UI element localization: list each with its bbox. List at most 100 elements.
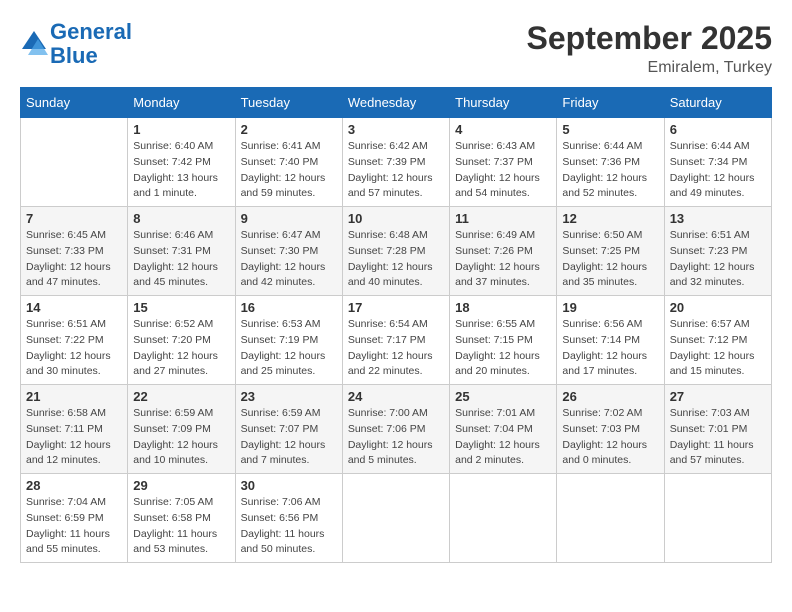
calendar-cell: 15 Sunrise: 6:52 AM Sunset: 7:20 PM Dayli… xyxy=(128,296,235,385)
calendar-cell: 29Sunrise: 7:05 AM Sunset: 6:58 PM Dayli… xyxy=(128,474,235,563)
day-number: 2 xyxy=(241,122,337,137)
day-number: 10 xyxy=(348,211,444,226)
calendar-cell: 21 Sunrise: 6:58 AM Sunset: 7:11 PM Dayli… xyxy=(21,385,128,474)
weekday-header: Saturday xyxy=(664,88,771,118)
calendar-cell: 8Sunrise: 6:46 AM Sunset: 7:31 PM Daylig… xyxy=(128,207,235,296)
day-number: 18 xyxy=(455,300,551,315)
day-number: 15 xyxy=(133,300,229,315)
day-number: 3 xyxy=(348,122,444,137)
logo: General Blue xyxy=(20,20,132,68)
calendar-cell: 2 Sunrise: 6:41 AM Sunset: 7:40 PM Daylig… xyxy=(235,118,342,207)
day-info: Sunrise: 6:57 AM Sunset: 7:12 PM Dayligh… xyxy=(670,317,766,380)
calendar-week-row: 21 Sunrise: 6:58 AM Sunset: 7:11 PM Dayli… xyxy=(21,385,772,474)
day-info: Sunrise: 6:44 AM Sunset: 7:36 PM Dayligh… xyxy=(562,139,658,202)
day-info: Sunrise: 6:55 AM Sunset: 7:15 PM Dayligh… xyxy=(455,317,551,380)
day-number: 22 xyxy=(133,389,229,404)
day-info: Sunrise: 7:02 AM Sunset: 7:03 PM Dayligh… xyxy=(562,406,658,469)
day-number: 9 xyxy=(241,211,337,226)
calendar-cell: 26 Sunrise: 7:02 AM Sunset: 7:03 PM Dayli… xyxy=(557,385,664,474)
day-number: 26 xyxy=(562,389,658,404)
calendar-cell: 17 Sunrise: 6:54 AM Sunset: 7:17 PM Dayli… xyxy=(342,296,449,385)
logo-icon xyxy=(20,29,48,57)
calendar-cell: 10Sunrise: 6:48 AM Sunset: 7:28 PM Dayli… xyxy=(342,207,449,296)
day-info: Sunrise: 6:59 AM Sunset: 7:07 PM Dayligh… xyxy=(241,406,337,469)
day-info: Sunrise: 6:46 AM Sunset: 7:31 PM Dayligh… xyxy=(133,228,229,291)
calendar-cell xyxy=(664,474,771,563)
day-number: 4 xyxy=(455,122,551,137)
day-info: Sunrise: 6:51 AM Sunset: 7:22 PM Dayligh… xyxy=(26,317,122,380)
day-info: Sunrise: 6:40 AM Sunset: 7:42 PM Dayligh… xyxy=(133,139,229,202)
day-info: Sunrise: 6:58 AM Sunset: 7:11 PM Dayligh… xyxy=(26,406,122,469)
weekday-header: Friday xyxy=(557,88,664,118)
weekday-header: Monday xyxy=(128,88,235,118)
day-number: 30 xyxy=(241,478,337,493)
day-number: 27 xyxy=(670,389,766,404)
calendar-cell xyxy=(21,118,128,207)
day-number: 20 xyxy=(670,300,766,315)
calendar-cell: 1Sunrise: 6:40 AM Sunset: 7:42 PM Daylig… xyxy=(128,118,235,207)
day-info: Sunrise: 6:52 AM Sunset: 7:20 PM Dayligh… xyxy=(133,317,229,380)
day-info: Sunrise: 7:06 AM Sunset: 6:56 PM Dayligh… xyxy=(241,495,337,558)
header-row: SundayMondayTuesdayWednesdayThursdayFrid… xyxy=(21,88,772,118)
day-number: 7 xyxy=(26,211,122,226)
calendar-cell: 5Sunrise: 6:44 AM Sunset: 7:36 PM Daylig… xyxy=(557,118,664,207)
day-info: Sunrise: 7:00 AM Sunset: 7:06 PM Dayligh… xyxy=(348,406,444,469)
weekday-header: Wednesday xyxy=(342,88,449,118)
day-info: Sunrise: 6:45 AM Sunset: 7:33 PM Dayligh… xyxy=(26,228,122,291)
day-number: 14 xyxy=(26,300,122,315)
calendar-cell: 4 Sunrise: 6:43 AM Sunset: 7:37 PM Daylig… xyxy=(450,118,557,207)
calendar-cell: 7 Sunrise: 6:45 AM Sunset: 7:33 PM Daylig… xyxy=(21,207,128,296)
calendar-table: SundayMondayTuesdayWednesdayThursdayFrid… xyxy=(20,87,772,563)
calendar-cell xyxy=(342,474,449,563)
calendar-cell: 18 Sunrise: 6:55 AM Sunset: 7:15 PM Dayli… xyxy=(450,296,557,385)
calendar-cell: 16 Sunrise: 6:53 AM Sunset: 7:19 PM Dayli… xyxy=(235,296,342,385)
day-number: 13 xyxy=(670,211,766,226)
calendar-cell: 9 Sunrise: 6:47 AM Sunset: 7:30 PM Daylig… xyxy=(235,207,342,296)
calendar-cell: 20 Sunrise: 6:57 AM Sunset: 7:12 PM Dayli… xyxy=(664,296,771,385)
day-info: Sunrise: 6:43 AM Sunset: 7:37 PM Dayligh… xyxy=(455,139,551,202)
day-number: 12 xyxy=(562,211,658,226)
day-number: 25 xyxy=(455,389,551,404)
day-info: Sunrise: 6:42 AM Sunset: 7:39 PM Dayligh… xyxy=(348,139,444,202)
calendar-cell: 3 Sunrise: 6:42 AM Sunset: 7:39 PM Daylig… xyxy=(342,118,449,207)
day-info: Sunrise: 6:51 AM Sunset: 7:23 PM Dayligh… xyxy=(670,228,766,291)
day-info: Sunrise: 7:03 AM Sunset: 7:01 PM Dayligh… xyxy=(670,406,766,469)
page-header: General Blue September 2025 Emiralem, Tu… xyxy=(20,20,772,77)
calendar-cell xyxy=(450,474,557,563)
calendar-cell: 27 Sunrise: 7:03 AM Sunset: 7:01 PM Dayli… xyxy=(664,385,771,474)
calendar-week-row: 28Sunrise: 7:04 AM Sunset: 6:59 PM Dayli… xyxy=(21,474,772,563)
day-info: Sunrise: 6:47 AM Sunset: 7:30 PM Dayligh… xyxy=(241,228,337,291)
day-number: 21 xyxy=(26,389,122,404)
month-title: September 2025 xyxy=(527,20,772,57)
day-number: 6 xyxy=(670,122,766,137)
title-area: September 2025 Emiralem, Turkey xyxy=(527,20,772,77)
calendar-cell: 6 Sunrise: 6:44 AM Sunset: 7:34 PM Daylig… xyxy=(664,118,771,207)
day-info: Sunrise: 6:53 AM Sunset: 7:19 PM Dayligh… xyxy=(241,317,337,380)
day-number: 11 xyxy=(455,211,551,226)
calendar-cell: 24Sunrise: 7:00 AM Sunset: 7:06 PM Dayli… xyxy=(342,385,449,474)
calendar-cell: 23 Sunrise: 6:59 AM Sunset: 7:07 PM Dayli… xyxy=(235,385,342,474)
day-info: Sunrise: 6:49 AM Sunset: 7:26 PM Dayligh… xyxy=(455,228,551,291)
day-info: Sunrise: 7:01 AM Sunset: 7:04 PM Dayligh… xyxy=(455,406,551,469)
day-number: 17 xyxy=(348,300,444,315)
day-info: Sunrise: 6:44 AM Sunset: 7:34 PM Dayligh… xyxy=(670,139,766,202)
day-info: Sunrise: 6:56 AM Sunset: 7:14 PM Dayligh… xyxy=(562,317,658,380)
weekday-header: Sunday xyxy=(21,88,128,118)
day-number: 23 xyxy=(241,389,337,404)
weekday-header: Thursday xyxy=(450,88,557,118)
calendar-week-row: 7 Sunrise: 6:45 AM Sunset: 7:33 PM Daylig… xyxy=(21,207,772,296)
calendar-cell xyxy=(557,474,664,563)
calendar-week-row: 14 Sunrise: 6:51 AM Sunset: 7:22 PM Dayli… xyxy=(21,296,772,385)
day-info: Sunrise: 6:41 AM Sunset: 7:40 PM Dayligh… xyxy=(241,139,337,202)
calendar-cell: 12Sunrise: 6:50 AM Sunset: 7:25 PM Dayli… xyxy=(557,207,664,296)
day-number: 16 xyxy=(241,300,337,315)
day-number: 19 xyxy=(562,300,658,315)
logo-text: General Blue xyxy=(50,20,132,68)
day-info: Sunrise: 7:04 AM Sunset: 6:59 PM Dayligh… xyxy=(26,495,122,558)
calendar-cell: 22Sunrise: 6:59 AM Sunset: 7:09 PM Dayli… xyxy=(128,385,235,474)
day-number: 29 xyxy=(133,478,229,493)
calendar-cell: 30 Sunrise: 7:06 AM Sunset: 6:56 PM Dayli… xyxy=(235,474,342,563)
weekday-header: Tuesday xyxy=(235,88,342,118)
day-info: Sunrise: 6:54 AM Sunset: 7:17 PM Dayligh… xyxy=(348,317,444,380)
calendar-cell: 25 Sunrise: 7:01 AM Sunset: 7:04 PM Dayli… xyxy=(450,385,557,474)
